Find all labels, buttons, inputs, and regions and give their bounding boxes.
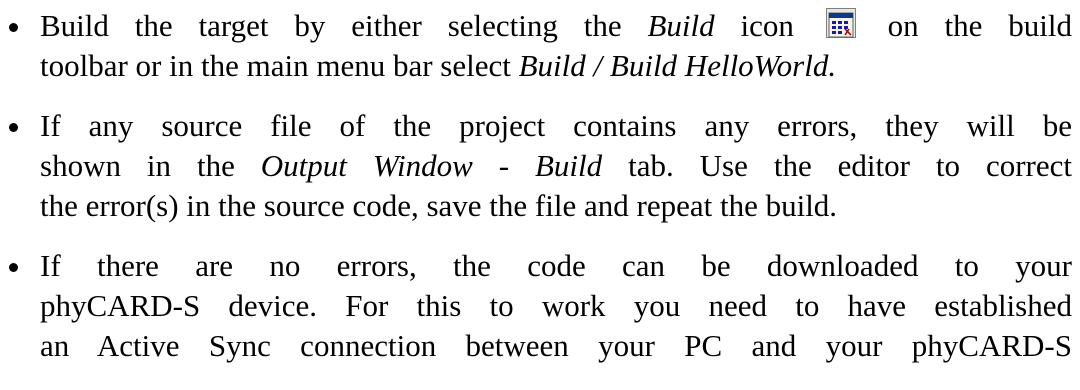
- document-page: Build the target by either selecting the…: [0, 0, 1080, 390]
- text-segment: on the build: [861, 8, 1073, 43]
- text-line: Build the target by either selecting the…: [40, 6, 1072, 46]
- bullet-marker: [9, 263, 18, 272]
- text-line: toolbar or in the main menu bar select B…: [40, 46, 1072, 86]
- text-segment: an Active Sync connection between your P…: [40, 328, 1072, 363]
- bullet-marker: [9, 123, 18, 132]
- text-line: If any source file of the project contai…: [40, 106, 1072, 146]
- text-segment: Build the target by either selecting the: [40, 8, 648, 43]
- text-line: phyCARD-S device. For this to work you n…: [40, 286, 1072, 326]
- emphasis-build: Build: [647, 8, 715, 43]
- text-segment: -: [472, 148, 535, 183]
- text-line: If there are no errors, the code can be …: [40, 246, 1072, 286]
- text-line: the error(s) in the source code, save th…: [40, 186, 1072, 226]
- text-segment: shown in the: [40, 148, 261, 183]
- text-line: an Active Sync connection between your P…: [40, 326, 1072, 366]
- text-segment: If any source file of the project contai…: [40, 108, 1072, 143]
- build-icon: [825, 8, 856, 38]
- text-segment: If there are no errors, the code can be …: [40, 248, 1072, 283]
- text-segment: tab. Use the editor to correct: [602, 148, 1073, 183]
- emphasis-menu-path: Build / Build HelloWorld.: [518, 48, 837, 83]
- text-line: shown in the Output Window - Build tab. …: [40, 146, 1072, 186]
- text-segment: toolbar or in the main menu bar select: [40, 48, 519, 83]
- text-segment: icon: [714, 8, 794, 43]
- text-segment: the error(s) in the source code, save th…: [40, 188, 838, 223]
- emphasis-build-tab: Build: [534, 148, 603, 183]
- text-segment: phyCARD-S device. For this to work you n…: [40, 288, 1072, 323]
- bullet-marker: [9, 23, 18, 32]
- emphasis-output-window: Output Window: [260, 148, 473, 183]
